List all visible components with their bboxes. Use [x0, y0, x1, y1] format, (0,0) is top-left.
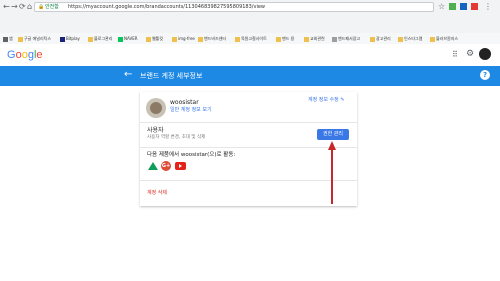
- google-logo[interactable]: Google: [7, 49, 43, 61]
- reload-icon[interactable]: ⟳: [19, 2, 26, 11]
- home-icon[interactable]: ⌂: [27, 2, 32, 11]
- bookmark-item[interactable]: 광고관리: [370, 35, 391, 43]
- delete-account-link[interactable]: 계정 삭제: [147, 190, 167, 197]
- menu-icon[interactable]: ⋮: [484, 2, 492, 11]
- extension-icon[interactable]: [460, 3, 467, 10]
- star-icon[interactable]: ☆: [438, 2, 445, 11]
- bookmark-item[interactable]: 앱: [3, 35, 13, 43]
- divider: [140, 122, 357, 123]
- forward-icon[interactable]: →: [11, 2, 18, 11]
- youtube-icon[interactable]: [175, 162, 186, 170]
- extension-icon[interactable]: [449, 3, 456, 10]
- google-drive-icon[interactable]: [148, 162, 158, 170]
- google-header: Google ⠿ ⚙: [0, 44, 500, 66]
- users-description: 사용자 역할 변경, 초대 및 삭제: [147, 135, 206, 140]
- bookmark-item[interactable]: 밴드 용: [276, 35, 294, 43]
- bookmark-item[interactable]: Bitplay: [60, 35, 80, 43]
- edit-account-link[interactable]: 계정 정보 수정 ✎: [308, 97, 345, 104]
- bookmark-item[interactable]: NAVER: [118, 35, 138, 43]
- divider: [140, 147, 357, 148]
- back-icon[interactable]: ←: [3, 2, 10, 11]
- bookmark-item[interactable]: 밴드비즈센터: [198, 35, 226, 43]
- url-text: https://myaccount.google.com/brandaccoun…: [68, 4, 265, 10]
- bookmark-item[interactable]: 육원고철사이트: [235, 35, 267, 43]
- bookmark-item[interactable]: 블로그관리: [88, 35, 112, 43]
- brand-avatar: [146, 98, 166, 118]
- google-plus-icon[interactable]: G+: [161, 161, 171, 171]
- title-bar: ← 브랜드 계정 세부정보 ?: [0, 66, 500, 86]
- bookmark-item[interactable]: 교회관련: [304, 35, 325, 43]
- settings-gear-icon[interactable]: ⚙: [466, 49, 474, 59]
- bookmark-item[interactable]: 웹툴킷: [146, 35, 163, 43]
- security-label: 안전함: [45, 4, 59, 10]
- avatar[interactable]: [479, 48, 491, 60]
- account-card: woosistar 일반 계정 정보 보기 계정 정보 수정 ✎ 사용자 사용자…: [140, 92, 357, 206]
- account-info-link[interactable]: 일반 계정 정보 보기: [170, 107, 212, 114]
- edit-pencil-icon: ✎: [340, 97, 345, 103]
- divider: [140, 180, 357, 181]
- users-title: 사용자: [147, 127, 164, 134]
- account-name: woosistar: [170, 99, 199, 106]
- bookmark-item[interactable]: img-free: [172, 35, 195, 43]
- help-icon[interactable]: ?: [480, 70, 490, 80]
- bookmark-item[interactable]: 블러브퀀지스: [430, 35, 458, 43]
- manage-permissions-button[interactable]: 권한 관리: [317, 129, 349, 140]
- lock-icon: 🔒: [38, 4, 45, 10]
- bookmark-item[interactable]: 밴드패서광고: [332, 35, 360, 43]
- apps-grid-icon[interactable]: ⠿: [452, 50, 458, 59]
- back-arrow-icon[interactable]: ←: [124, 69, 132, 81]
- page-title: 브랜드 계정 세부정보: [140, 72, 203, 80]
- bookmark-item[interactable]: 인스타그램: [398, 35, 422, 43]
- products-title: 다음 제품에서 woosistar(으)로 활동:: [147, 152, 236, 158]
- annotation-arrow: [328, 141, 336, 204]
- address-bar[interactable]: 🔒 안전함 https://myaccount.google.com/brand…: [34, 2, 434, 12]
- bookmark-item[interactable]: 구글 애널리틱스: [18, 35, 51, 43]
- extension-icon[interactable]: [471, 3, 478, 10]
